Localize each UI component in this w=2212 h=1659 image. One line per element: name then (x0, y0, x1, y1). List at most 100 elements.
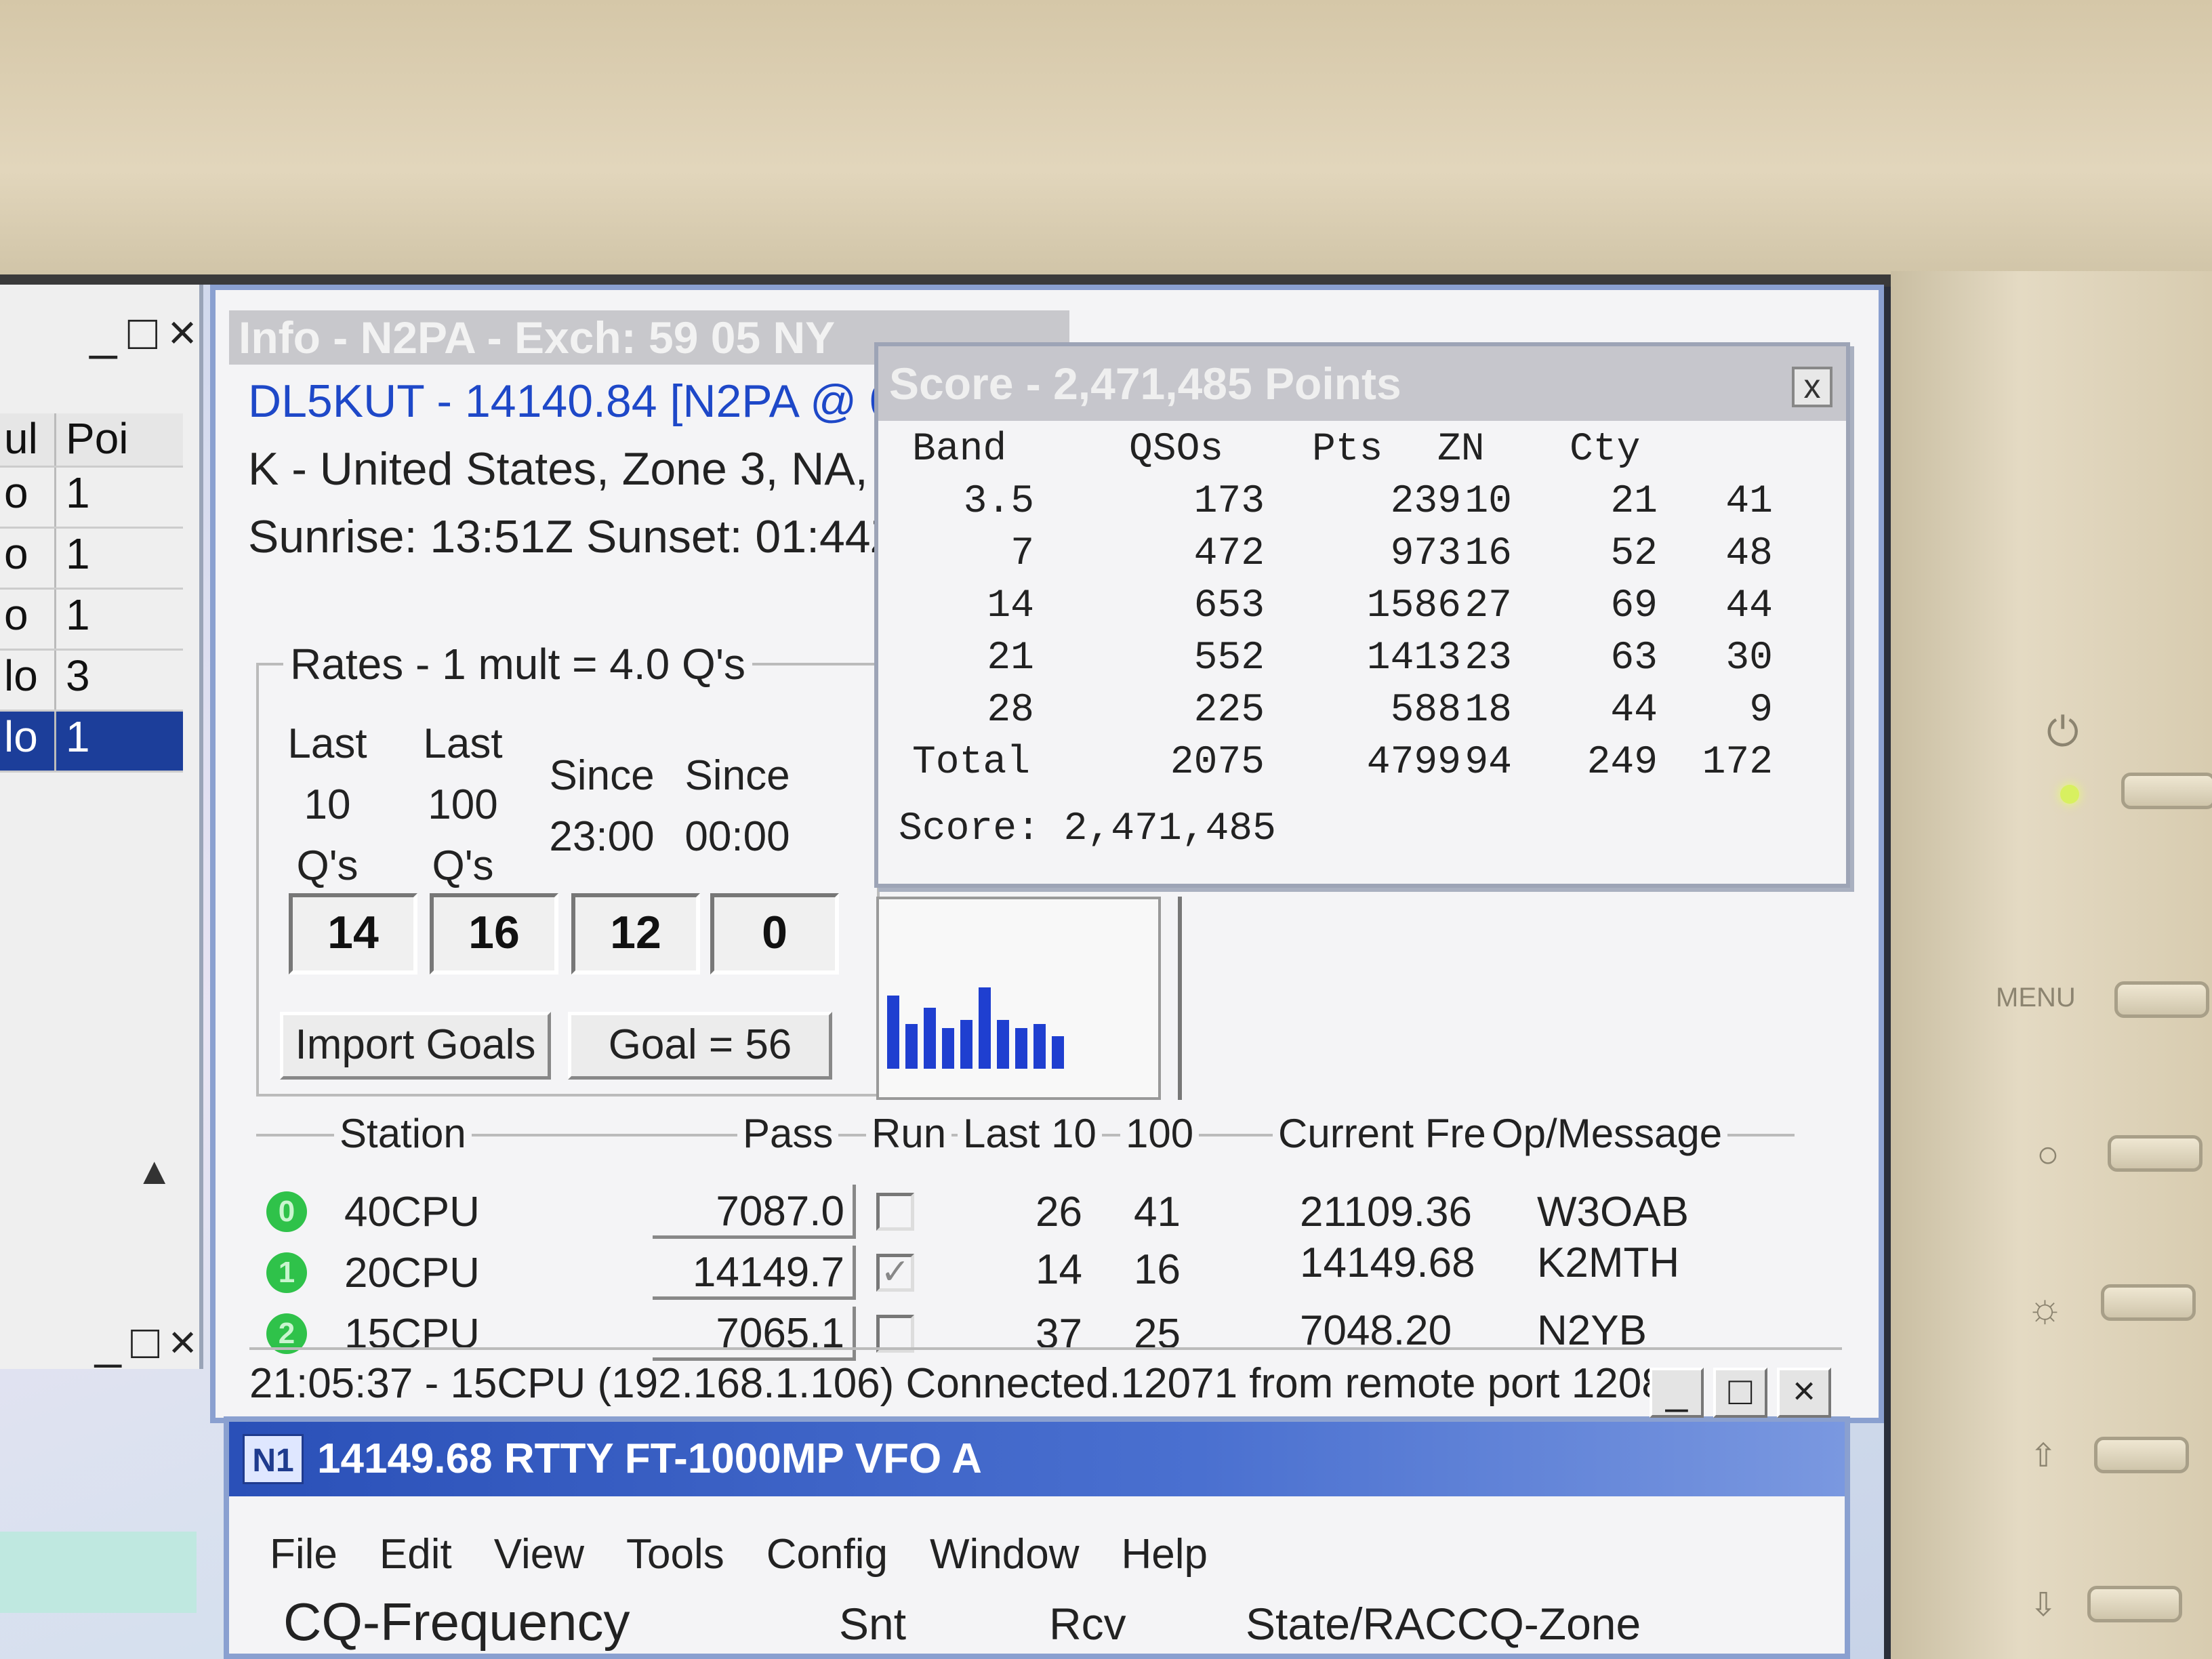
left-window-title-buttons: _ □ × (0, 305, 197, 360)
menu-edit[interactable]: Edit (380, 1530, 452, 1578)
header-qsos: QSOs (1129, 428, 1224, 472)
menu-window[interactable]: Window (930, 1530, 1080, 1578)
rate-value-since-0000: 0 (710, 893, 839, 975)
score-window: Score - 2,471,485 Points x Band QSOs Pts… (874, 342, 1850, 888)
rate-bar (887, 996, 899, 1069)
station-pass[interactable]: 14149.7 (653, 1246, 856, 1300)
down-arrow-icon: ⇩ (2030, 1587, 2057, 1623)
station-row[interactable]: 1 20CPU 14149.7 ✓ 14 16 14149.68 K2MTH (216, 1240, 1842, 1307)
run-checkbox[interactable] (876, 1193, 914, 1231)
brightness-icon: ☼ (2026, 1285, 2064, 1330)
logger-window: _ □ × 14149.68 RTTY FT-1000MP VFO A N1 F… (224, 1368, 1850, 1659)
menu-config[interactable]: Config (766, 1530, 888, 1578)
score-cell: 21 (987, 636, 1034, 680)
score-title-bar[interactable]: Score - 2,471,485 Points (878, 346, 1846, 421)
station-100: 41 (1134, 1189, 1181, 1235)
station-freq: 14149.68 (1300, 1240, 1475, 1286)
callsign-line: DL5KUT - 14140.84 [N2PA @ 0 m (248, 375, 947, 427)
score-cell: 18 (1465, 689, 1512, 733)
power-led (2060, 785, 2079, 804)
score-cell: 52 (1610, 532, 1658, 576)
close-button[interactable]: × (1777, 1368, 1831, 1418)
rate-bar (997, 1020, 1009, 1069)
import-goals-button[interactable]: Import Goals (280, 1012, 551, 1080)
rate-value-since-2300: 12 (571, 893, 700, 975)
run-checkbox-checked[interactable]: ✓ (876, 1254, 914, 1292)
minimize-button[interactable]: _ (1650, 1368, 1704, 1418)
monitor-bezel-top (0, 0, 2212, 285)
header-pts: Pts (1312, 428, 1383, 472)
sun-times-line: Sunrise: 13:51Z Sunset: 01:44Z (248, 511, 899, 562)
rate-bar (905, 1024, 918, 1069)
column-header[interactable]: Poi (54, 413, 149, 466)
table-cell: 1 (54, 468, 149, 527)
score-cell: 239 (1390, 480, 1461, 524)
minimize-button[interactable]: _ (89, 305, 117, 360)
station-pass[interactable]: 7087.0 (653, 1185, 856, 1239)
score-cell: 973 (1390, 532, 1461, 576)
score-cell: 472 (1193, 532, 1265, 576)
menu-help[interactable]: Help (1122, 1530, 1208, 1578)
status-line: 21:05:37 - 15CPU (192.168.1.106) Connect… (249, 1347, 1842, 1415)
teal-panel (0, 1532, 197, 1613)
goal-button[interactable]: Goal = 56 (568, 1012, 832, 1080)
rate-bar-chart (876, 897, 1161, 1100)
op-header: Op/Message (1486, 1110, 1728, 1157)
table-row-selected[interactable]: lo 1 (0, 712, 183, 773)
column-header[interactable]: ul (0, 413, 54, 466)
header-zn: ZN (1437, 428, 1485, 472)
logger-title-bar[interactable]: 14149.68 RTTY FT-1000MP VFO A (229, 1422, 1845, 1496)
station-last10: 26 (1036, 1189, 1082, 1235)
table-cell: 1 (54, 529, 149, 588)
score-cell: Total (912, 741, 1031, 785)
station-freq: 21109.36 (1300, 1189, 1472, 1235)
monitor-menu-button[interactable] (2114, 981, 2209, 1018)
table-cell: o (4, 590, 28, 639)
close-button[interactable]: x (1792, 367, 1832, 407)
score-row: Total 2075 4799 94 249 172 (899, 741, 1834, 793)
close-button[interactable]: × (168, 305, 197, 360)
table-cell: 1 (54, 590, 149, 649)
rcv-label: Rcv (1049, 1599, 1126, 1649)
table-row[interactable]: o 1 (0, 590, 183, 651)
station-status-icon: 1 (266, 1252, 307, 1293)
score-table: Band QSOs Pts ZN Cty 3.5 173 239 10 21 41 7 472… (899, 428, 1834, 793)
station-row[interactable]: 0 40CPU 7087.0 26 41 21109.36 W3OAB (216, 1185, 1842, 1246)
logger-title-text: 14149.68 RTTY FT-1000MP VFO A (317, 1435, 982, 1482)
chart-divider (1178, 897, 1182, 1100)
monitor-up-button[interactable] (2094, 1437, 2189, 1473)
table-row[interactable]: lo 3 (0, 651, 183, 712)
table-row[interactable]: o 1 (0, 468, 183, 529)
up-arrow-icon: ⇧ (2030, 1438, 2057, 1474)
score-cell: 1586 (1366, 584, 1461, 628)
close-button[interactable]: × (169, 1315, 197, 1369)
menu-file[interactable]: File (270, 1530, 337, 1578)
station-op: K2MTH (1537, 1240, 1680, 1286)
table-cell: o (4, 529, 28, 578)
score-cell: 173 (1193, 480, 1265, 524)
menu-view[interactable]: View (494, 1530, 584, 1578)
scroll-up-arrow[interactable]: ▲ (136, 1149, 173, 1193)
maximize-button[interactable]: □ (1713, 1368, 1767, 1418)
minimize-button[interactable]: _ (95, 1315, 121, 1369)
table-row[interactable]: o 1 (0, 529, 183, 590)
monitor-brightness-button[interactable] (2101, 1284, 2196, 1321)
score-cell: 588 (1390, 689, 1461, 733)
monitor-select-button[interactable] (2108, 1135, 2203, 1172)
score-cell: 21 (1610, 480, 1658, 524)
monitor-down-button[interactable] (2087, 1586, 2182, 1622)
maximize-button[interactable]: □ (131, 1315, 159, 1369)
rate-header-since-0000: Since 00:00 (684, 752, 790, 860)
circle-icon: ○ (2036, 1132, 2060, 1175)
maximize-button[interactable]: □ (127, 305, 157, 360)
score-row: 21 552 1413 23 63 30 (899, 636, 1834, 689)
rate-header-last100: Last 100 Q's (423, 720, 503, 889)
rate-bar (1052, 1036, 1064, 1069)
table-header-row: ul Poi (0, 413, 183, 468)
score-cell: 94 (1465, 741, 1512, 785)
score-cell: 28 (987, 689, 1034, 733)
station-name: 20CPU (344, 1250, 480, 1296)
menu-tools[interactable]: Tools (626, 1530, 724, 1578)
score-row: 7 472 973 16 52 48 (899, 532, 1834, 584)
monitor-power-button[interactable] (2121, 773, 2212, 809)
